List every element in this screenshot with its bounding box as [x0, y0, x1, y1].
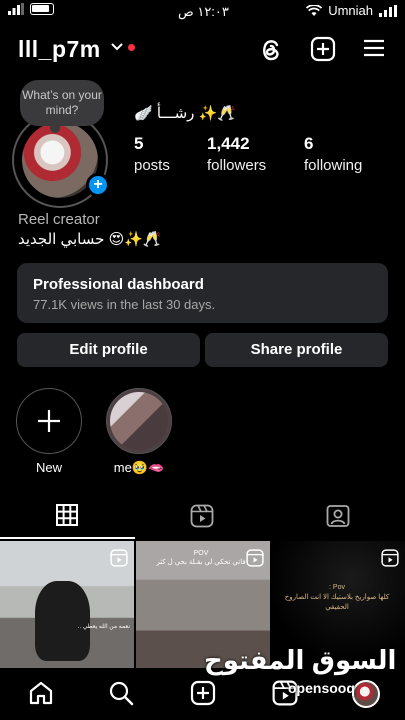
dashboard-title: Professional dashboard — [33, 276, 204, 293]
battery-icon — [30, 3, 54, 15]
post-caption-title: POV — [193, 550, 209, 557]
home-icon[interactable] — [28, 680, 54, 706]
signal-bars-icon — [8, 3, 24, 15]
reel-badge-icon — [246, 549, 264, 567]
status-time: ١٢:٠٣ ص — [178, 4, 229, 19]
profile-header: lll_p7m — [0, 30, 405, 70]
profile-bio: حسابي الجديد 😍✨🥂 — [18, 231, 162, 248]
post-caption-text: فاتي تحكي لي بقـلة بحي ل كثر — [156, 559, 246, 566]
stat-value: 6 — [304, 134, 314, 153]
search-icon[interactable] — [108, 680, 134, 706]
dashboard-subtitle: 77.1K views in the last 30 days. — [33, 297, 216, 312]
stat-followers[interactable]: 1,442 followers — [207, 134, 266, 174]
highlight-cover — [110, 392, 168, 450]
highlight-label: New — [35, 460, 62, 475]
stat-posts[interactable]: 5 posts — [134, 134, 170, 174]
create-plus-icon[interactable] — [310, 36, 336, 62]
watermark-text: السوق المفتوح — [204, 645, 397, 675]
wifi-icon — [306, 4, 323, 16]
stat-following[interactable]: 6 following — [304, 134, 362, 174]
note-bubble[interactable]: What’s on your mind? — [20, 80, 104, 133]
profile-avatar[interactable] — [352, 680, 380, 708]
add-story-plus-icon[interactable]: + — [86, 173, 110, 197]
display-name: 🥂✨ رشـــأ 🪽 — [134, 105, 236, 122]
post-subject — [35, 581, 90, 661]
post-caption-text: كلها صواريخ بلاستيك الا انت الصاروخ الحق… — [284, 594, 390, 611]
reel-badge-icon — [381, 549, 399, 567]
highlight-item[interactable] — [106, 388, 172, 454]
professional-dashboard-card[interactable]: Professional dashboard 77.1K views in th… — [17, 263, 388, 323]
active-tab-indicator — [0, 537, 135, 539]
stat-label: posts — [134, 157, 170, 174]
profile-category: Reel creator — [18, 211, 100, 228]
create-icon[interactable] — [190, 680, 216, 706]
stat-value: 1,442 — [207, 134, 250, 153]
new-highlight-button[interactable] — [16, 388, 82, 454]
post-caption: نعمه من الله يعطي .. — [77, 624, 130, 630]
signal-bars-icon — [379, 4, 397, 17]
grid-icon[interactable] — [56, 504, 78, 526]
watermark-text: opensooq — [288, 680, 355, 696]
post-caption: POV فاتي تحكي لي بقـلة بحي ل كثر — [146, 549, 256, 567]
share-profile-button[interactable]: Share profile — [205, 333, 388, 367]
highlight-label: me🥹🫦 — [113, 460, 165, 475]
profile-tabs — [0, 496, 405, 538]
status-bar: ١٢:٠٣ ص Umniah — [0, 0, 405, 24]
username-switcher[interactable]: lll_p7m — [18, 36, 101, 63]
tagged-icon[interactable] — [326, 504, 350, 528]
post-caption-title: Pov : — [329, 584, 345, 591]
reel-badge-icon — [110, 549, 128, 567]
reels-icon[interactable] — [190, 504, 214, 528]
carrier-name: Umniah — [328, 3, 373, 18]
stat-label: following — [304, 157, 363, 174]
threads-icon[interactable] — [258, 36, 284, 64]
chevron-down-icon[interactable] — [110, 42, 124, 52]
stat-label: followers — [207, 157, 267, 174]
menu-hamburger-icon[interactable] — [362, 36, 386, 60]
post-caption: Pov : كلها صواريخ بلاستيك الا انت الصارو… — [277, 583, 397, 613]
plus-icon — [38, 410, 60, 432]
stat-value: 5 — [134, 134, 144, 153]
notification-dot — [128, 44, 135, 51]
grid-post[interactable]: نعمه من الله يعطي .. — [0, 541, 134, 668]
edit-profile-button[interactable]: Edit profile — [17, 333, 200, 367]
